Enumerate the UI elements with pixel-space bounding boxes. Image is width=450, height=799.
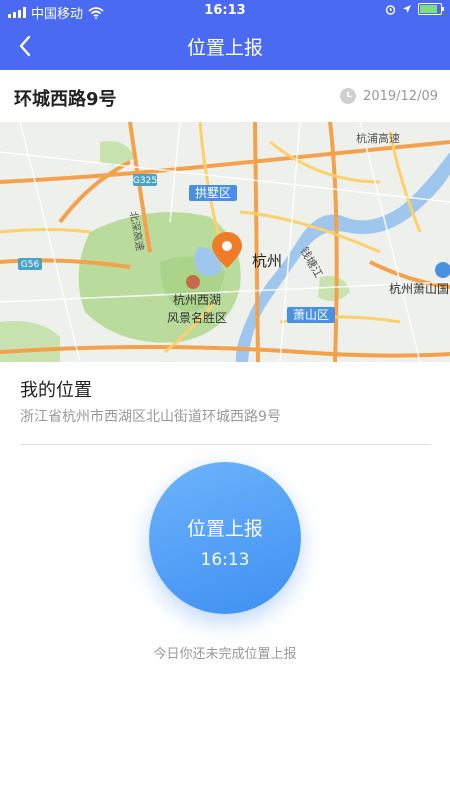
divider: [20, 444, 430, 445]
address-row: 环城西路9号 2019/12/09: [0, 70, 450, 123]
my-location-title: 我的位置: [20, 380, 92, 401]
map-label-g56: G56: [21, 260, 40, 270]
map-canvas: 拱墅区 杭州 杭州西湖 风景名胜区 萧山区 杭浦高速 钱塘江 杭州萧山国 北深高…: [0, 122, 450, 362]
map-label-airport: 杭州萧山国: [389, 281, 449, 296]
report-button-label: 位置上报: [186, 518, 263, 540]
report-status-text: 今日你还未完成位置上报: [153, 647, 297, 662]
date-info: 2019/12/09: [339, 87, 438, 105]
page-title: 位置上报: [186, 37, 263, 59]
map-label-hangzhou: 杭州: [252, 252, 282, 270]
map-view[interactable]: 拱墅区 杭州 杭州西湖 风景名胜区 萧山区 杭浦高速 钱塘江 杭州萧山国 北深高…: [0, 122, 450, 362]
my-location-address: 浙江省杭州市西湖区北山街道环城西路9号: [20, 409, 281, 425]
battery-fill: [420, 5, 437, 13]
map-label-xihu-2: 风景名胜区: [167, 310, 227, 325]
report-button-time: 16:13: [200, 550, 250, 570]
address-title: 环城西路9号: [14, 89, 117, 110]
status-bar-right: [385, 3, 444, 15]
alarm-icon: [385, 4, 396, 15]
date-label: 2019/12/09: [363, 88, 438, 104]
map-label-hangpu: 杭浦高速: [356, 131, 400, 145]
map-label-xihu-1: 杭州西湖: [173, 292, 221, 307]
location-arrow-icon: [403, 5, 411, 13]
header: 中国移动 16:13 位置上报: [0, 0, 450, 70]
navbar: 位置上报: [0, 22, 450, 70]
clock-icon: [340, 88, 357, 104]
battery-icon: [418, 3, 444, 15]
status-bar: 中国移动 16:13: [0, 0, 450, 22]
status-time: 16:13: [204, 3, 246, 18]
map-label-xiaoshan: 萧山区: [293, 308, 329, 322]
report-location-button[interactable]: 位置上报 16:13: [149, 462, 301, 614]
map-label-g325: G325: [133, 176, 157, 186]
map-label-gongshu: 拱墅区: [195, 186, 231, 200]
